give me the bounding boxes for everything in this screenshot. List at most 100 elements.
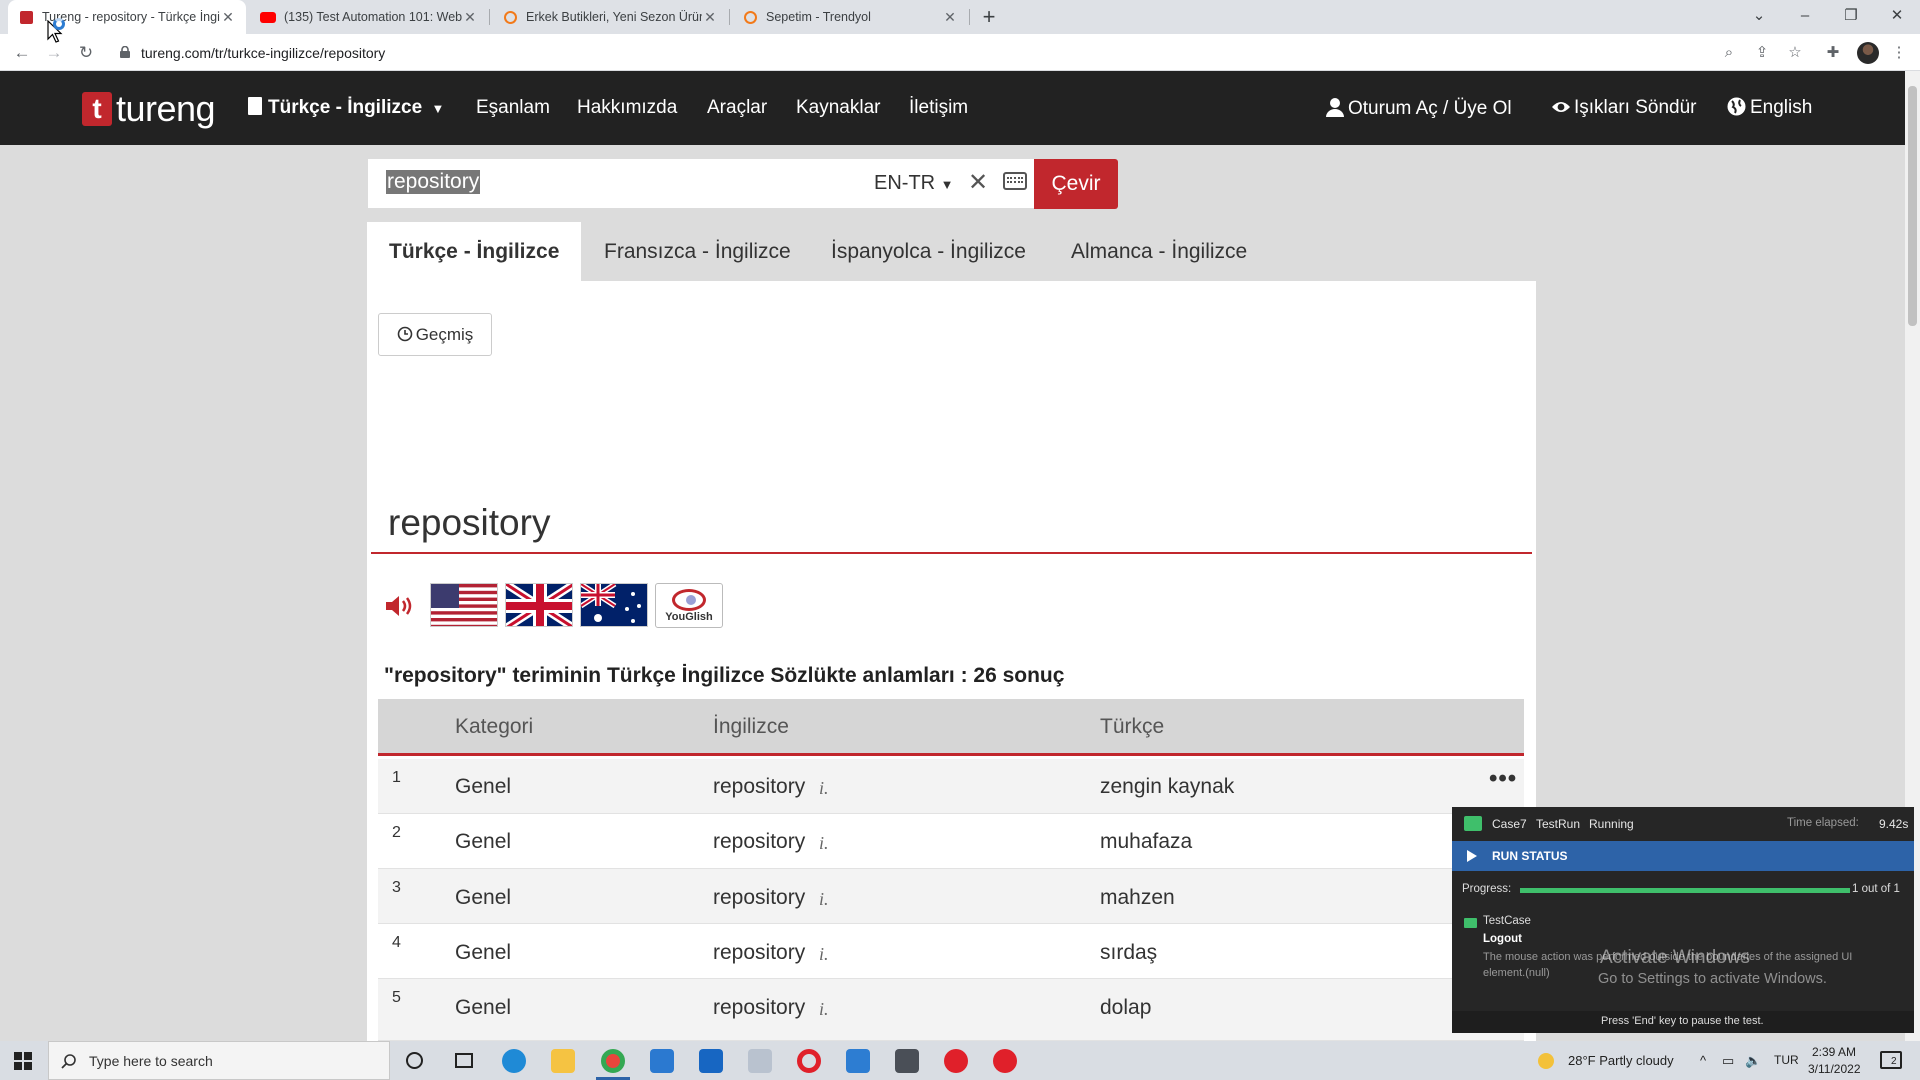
nav-synonyms[interactable]: Eşanlam	[476, 97, 550, 119]
clock-time[interactable]: 2:39 AM	[1812, 1045, 1856, 1059]
us-flag-icon[interactable]	[430, 583, 498, 627]
close-tab-icon[interactable]: ✕	[942, 9, 958, 26]
tureng-logo[interactable]: t tureng	[82, 88, 216, 130]
network-icon[interactable]: ▭	[1722, 1053, 1734, 1069]
youglish-logo-icon	[672, 589, 706, 611]
progress-text: 1 out of 1	[1852, 883, 1900, 895]
uk-flag-icon[interactable]	[505, 583, 573, 627]
table-row: 2 Genel repository i. muhafaza	[378, 814, 1524, 869]
youglish-button[interactable]: YouGlish	[655, 583, 723, 628]
test-runner-icon[interactable]	[993, 1049, 1017, 1073]
store-icon[interactable]	[699, 1049, 723, 1073]
nav-lights-off[interactable]: Işıkları Söndür	[1551, 97, 1697, 119]
row-category[interactable]: Genel	[455, 775, 511, 799]
row-turkish-term[interactable]: sırdaş	[1100, 941, 1157, 965]
language-direction-label: EN-TR	[874, 172, 936, 194]
results-table-header: Kategori İngilizce Türkçe	[378, 699, 1524, 756]
row-turkish-term[interactable]: zengin kaynak	[1100, 775, 1234, 799]
calculator-icon[interactable]	[895, 1049, 919, 1073]
chrome-icon[interactable]	[601, 1049, 625, 1073]
input-language[interactable]: TUR	[1774, 1053, 1799, 1067]
opera-icon[interactable]	[797, 1049, 821, 1073]
row-turkish-term[interactable]: dolap	[1100, 996, 1151, 1020]
row-english-term[interactable]: repository	[713, 996, 805, 1020]
trendyol-favicon-icon	[502, 9, 518, 25]
address-bar[interactable]: tureng.com/tr/turkce-ingilizce/repositor…	[141, 45, 385, 61]
bookmark-star-icon[interactable]: ☆	[1784, 42, 1806, 64]
tab-search-icon[interactable]: ⌄	[1736, 0, 1782, 34]
app-window-icon[interactable]	[650, 1049, 674, 1073]
table-row: 1 Genel repository i. zengin kaynak •••	[378, 759, 1524, 814]
weather-text[interactable]: 28°F Partly cloudy	[1568, 1053, 1674, 1068]
row-category[interactable]: Genel	[455, 830, 511, 854]
nav-language[interactable]: English	[1727, 97, 1812, 119]
scrollbar-thumb[interactable]	[1908, 86, 1917, 326]
cortana-icon[interactable]	[406, 1052, 423, 1069]
reload-icon[interactable]: ↻	[74, 41, 98, 65]
history-button[interactable]: Geçmiş	[378, 313, 492, 356]
lock-icon[interactable]	[120, 46, 130, 58]
testcase-icon	[1464, 918, 1477, 928]
nav-contact[interactable]: İletişim	[909, 97, 968, 119]
nav-login[interactable]: Oturum Aç / Üye Ol	[1326, 97, 1512, 120]
row-category[interactable]: Genel	[455, 941, 511, 965]
forward-arrow-icon[interactable]: →	[42, 41, 66, 65]
tab-spanish-english[interactable]: İspanyolca - İngilizce	[809, 222, 1048, 281]
row-category[interactable]: Genel	[455, 886, 511, 910]
search-icon	[61, 1054, 76, 1069]
nav-dictionary-dropdown[interactable]: Türkçe - İngilizce ▼	[248, 97, 444, 119]
nav-about[interactable]: Hakkımızda	[577, 97, 677, 119]
windows-start-icon[interactable]	[14, 1052, 32, 1070]
tab-trendyol-butik[interactable]: Erkek Butikleri, Yeni Sezon Ürünle ✕	[492, 0, 728, 34]
virtual-keyboard-icon[interactable]	[1003, 172, 1027, 190]
clear-search-icon[interactable]: ✕	[968, 168, 988, 197]
close-tab-icon[interactable]: ✕	[220, 9, 236, 26]
notifications-icon[interactable]: 2	[1880, 1051, 1902, 1069]
tab-french-english[interactable]: Fransızca - İngilizce	[582, 222, 813, 281]
close-tab-icon[interactable]: ✕	[702, 9, 718, 26]
australia-flag-icon[interactable]	[580, 583, 648, 627]
row-english-term[interactable]: repository	[713, 830, 805, 854]
more-options-icon[interactable]: •••	[1489, 765, 1517, 793]
close-tab-icon[interactable]: ✕	[462, 9, 478, 26]
speaker-icon[interactable]	[384, 594, 414, 618]
row-english-term[interactable]: repository	[713, 886, 805, 910]
tab-turkish-english[interactable]: Türkçe - İngilizce	[367, 222, 582, 281]
tab-trendyol-sepet[interactable]: Sepetim - Trendyol ✕	[732, 0, 968, 34]
volume-icon[interactable]: 🔈	[1745, 1053, 1761, 1069]
row-english-term[interactable]: repository	[713, 941, 805, 965]
play-icon	[1467, 850, 1477, 862]
minimize-button[interactable]: –	[1782, 0, 1828, 34]
edge-icon[interactable]	[502, 1049, 526, 1073]
profile-avatar[interactable]	[1857, 42, 1879, 64]
row-turkish-term[interactable]: mahzen	[1100, 886, 1175, 910]
tray-overflow-icon[interactable]: ^	[1700, 1053, 1706, 1068]
tab-german-english[interactable]: Almanca - İngilizce	[1049, 222, 1269, 281]
task-view-icon[interactable]	[455, 1053, 473, 1068]
back-arrow-icon[interactable]: ←	[10, 41, 34, 65]
run-status-bar[interactable]: RUN STATUS	[1452, 841, 1914, 871]
row-category[interactable]: Genel	[455, 996, 511, 1020]
row-english-term[interactable]: repository	[713, 775, 805, 799]
row-number: 1	[392, 769, 401, 786]
file-explorer-icon[interactable]	[551, 1049, 575, 1073]
nav-tools[interactable]: Araçlar	[707, 97, 767, 119]
mail-icon[interactable]	[846, 1049, 870, 1073]
zoom-icon[interactable]: ⌕	[1718, 42, 1740, 64]
tab-youtube[interactable]: (135) Test Automation 101: Web ✕	[250, 0, 488, 34]
extensions-puzzle-icon[interactable]: ✚	[1822, 42, 1844, 64]
nav-resources[interactable]: Kaynaklar	[796, 97, 881, 119]
notepad-icon[interactable]	[748, 1049, 772, 1073]
restore-button[interactable]: ❐	[1828, 0, 1874, 34]
taskbar-search-box[interactable]: Type here to search	[48, 1041, 390, 1080]
row-turkish-term[interactable]: muhafaza	[1100, 830, 1192, 854]
clock-date[interactable]: 3/11/2022	[1808, 1062, 1861, 1076]
close-window-button[interactable]: ✕	[1874, 0, 1920, 34]
test-studio-icon[interactable]	[944, 1049, 968, 1073]
share-icon[interactable]: ⇪	[1751, 42, 1773, 64]
browser-menu-icon[interactable]: ⋮	[1888, 42, 1910, 64]
language-direction-select[interactable]: EN-TR ▼	[874, 172, 954, 195]
translate-button[interactable]: Çevir	[1034, 159, 1118, 209]
new-tab-button[interactable]: +	[975, 4, 1003, 30]
tab-tureng[interactable]: Tureng - repository - Türkçe İngi ✕	[8, 0, 246, 34]
